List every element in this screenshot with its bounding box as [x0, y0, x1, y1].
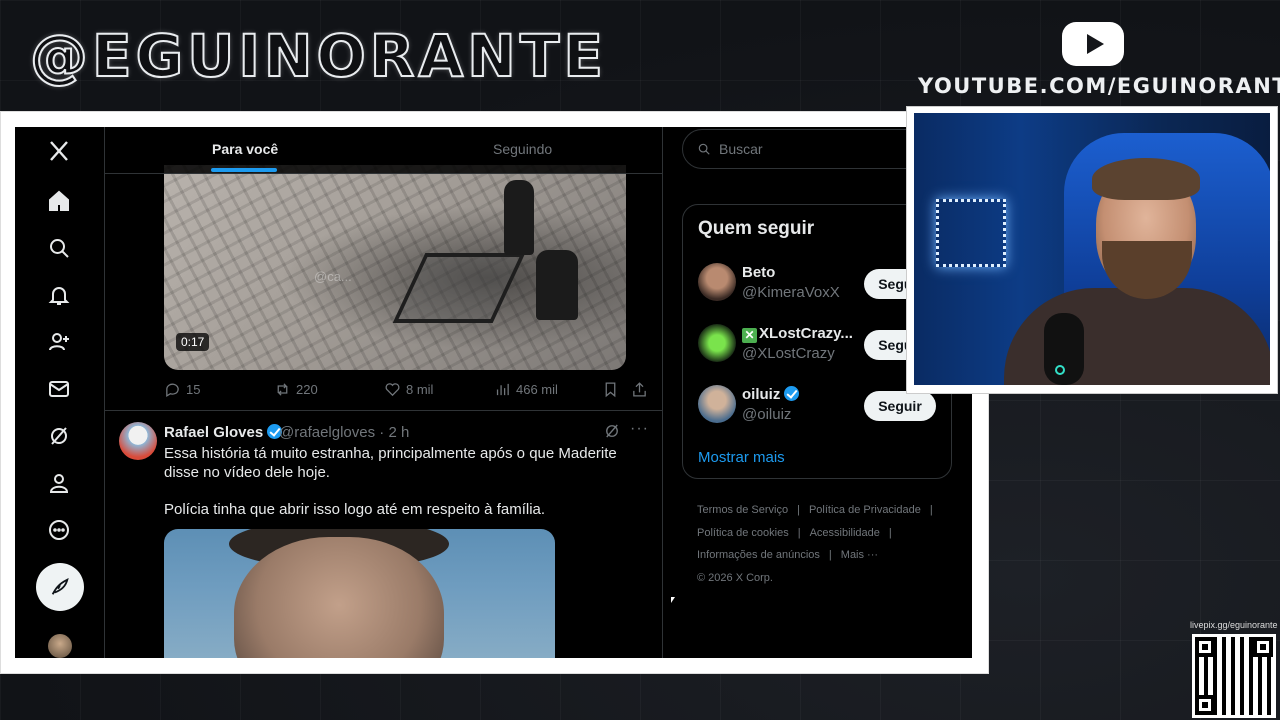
youtube-url: YOUTUBE.COM/EGUINORANTE [918, 74, 1280, 98]
tweet-video[interactable] [164, 529, 555, 658]
tab-para-voce[interactable]: Para você [212, 141, 278, 157]
avatar[interactable] [698, 324, 736, 362]
microphone-led [1055, 365, 1065, 375]
suggestion-handle: @oiluiz [742, 406, 792, 423]
account-avatar[interactable] [48, 634, 72, 658]
show-more-link[interactable]: Mostrar mais [698, 449, 785, 466]
bookmark-icon [605, 382, 616, 398]
suggestion-name: oiluiz [742, 386, 781, 403]
repost-icon [277, 383, 288, 396]
profile-icon[interactable] [42, 466, 76, 500]
tweet-paragraph: Essa história tá muito estranha, princip… [164, 445, 617, 481]
notifications-icon[interactable] [42, 278, 76, 312]
post-button[interactable] [36, 563, 84, 611]
cookies-link[interactable]: Política de cookies [697, 527, 789, 539]
avatar[interactable] [698, 263, 736, 301]
tweet-paragraph: Polícia tinha que abrir isso logo até em… [164, 501, 546, 518]
follow-icon[interactable] [42, 325, 76, 359]
x-browser-window: Para você Seguindo @ca... 0:17 15 220 8 [15, 127, 972, 658]
mouse-cursor [671, 597, 675, 603]
like-count: 8 mil [406, 382, 434, 397]
timeline-tabs: Para você Seguindo [105, 127, 662, 174]
grok-icon[interactable] [42, 419, 76, 453]
views-count: 466 mil [516, 382, 558, 397]
search-icon [698, 143, 710, 155]
channel-brand: @EGUINORANTE [29, 21, 608, 91]
repost-button[interactable]: 220 [274, 381, 318, 398]
active-tab-indicator [211, 168, 277, 172]
tweet-text: Essa história tá muito estranha, princip… [164, 444, 644, 519]
search-placeholder: Buscar [719, 141, 763, 157]
footer-links: Termos de Serviço | Política de Privacidad… [697, 499, 957, 589]
tweet-handle[interactable]: @rafaelgloves · 2 h [279, 424, 409, 441]
copyright: © 2026 X Corp. [697, 571, 773, 584]
feather-icon [51, 577, 69, 595]
tweet-video[interactable]: @ca... 0:17 [164, 165, 626, 370]
youtube-icon [1062, 22, 1124, 66]
sidebar-nav [15, 127, 105, 658]
search-input[interactable]: Buscar [682, 129, 942, 169]
avatar[interactable] [698, 385, 736, 423]
terms-link[interactable]: Termos de Serviço [697, 504, 788, 516]
suggestion-handle: @KimeraVoxX [742, 284, 840, 301]
streamer-hair [1092, 158, 1200, 200]
accessibility-link[interactable]: Acessibilidade [810, 527, 880, 539]
privacy-link[interactable]: Política de Privacidade [809, 504, 921, 516]
who-title: Quem seguir [698, 218, 815, 239]
video-figure [504, 180, 534, 255]
more-icon[interactable] [42, 513, 76, 547]
verified-icon [784, 386, 800, 401]
qr-label: livepix.gg/eguinorante [1190, 620, 1278, 630]
explore-icon[interactable] [42, 231, 76, 265]
qr-code [1192, 634, 1276, 718]
home-icon[interactable] [42, 184, 76, 218]
more-link[interactable]: Mais ··· [841, 549, 878, 561]
follow-button[interactable]: Seguir [864, 391, 936, 421]
more-options-icon[interactable]: ··· [630, 420, 649, 438]
suggestion-handle: @XLostCrazy [742, 345, 835, 362]
webcam-feed [914, 113, 1270, 385]
microphone [1044, 313, 1084, 385]
reply-button[interactable]: 15 [164, 381, 200, 398]
video-duration: 0:17 [176, 333, 210, 351]
led-lights [936, 199, 1006, 267]
video-watermark: @ca... [314, 269, 352, 284]
video-figure [536, 250, 578, 320]
ads-info-link[interactable]: Informações de anúncios [697, 549, 820, 561]
share-icon [633, 382, 646, 397]
tab-seguindo[interactable]: Seguindo [493, 141, 552, 157]
avatar[interactable] [119, 422, 157, 460]
suggestion-name: XLostCrazy... [759, 325, 853, 342]
bookmark-button[interactable] [602, 381, 619, 398]
like-button[interactable]: 8 mil [384, 381, 433, 398]
tweet-author[interactable]: Rafael Gloves [164, 424, 283, 441]
x-mark-icon: ✕ [742, 328, 757, 343]
views-icon [496, 383, 509, 396]
grok-icon[interactable] [603, 422, 623, 442]
suggestion-name-wrap: oiluiz [742, 386, 800, 403]
reply-icon [166, 383, 179, 398]
messages-icon[interactable] [42, 372, 76, 406]
suggestion-name: Beto [742, 264, 776, 281]
share-button[interactable] [631, 381, 648, 398]
heart-icon [385, 383, 400, 397]
reply-count: 15 [186, 382, 201, 397]
suggestion-name-wrap: ✕ XLostCrazy... [742, 325, 853, 343]
x-logo-icon[interactable] [42, 134, 76, 168]
tweet-separator [105, 410, 662, 411]
tweet-author-name: Rafael Gloves [164, 424, 264, 441]
repost-count: 220 [296, 382, 318, 397]
views-button[interactable]: 466 mil [494, 381, 558, 398]
tweet-actions: 15 220 8 mil 466 mil [164, 381, 646, 401]
timeline: Para você Seguindo @ca... 0:17 15 220 8 [105, 127, 662, 658]
